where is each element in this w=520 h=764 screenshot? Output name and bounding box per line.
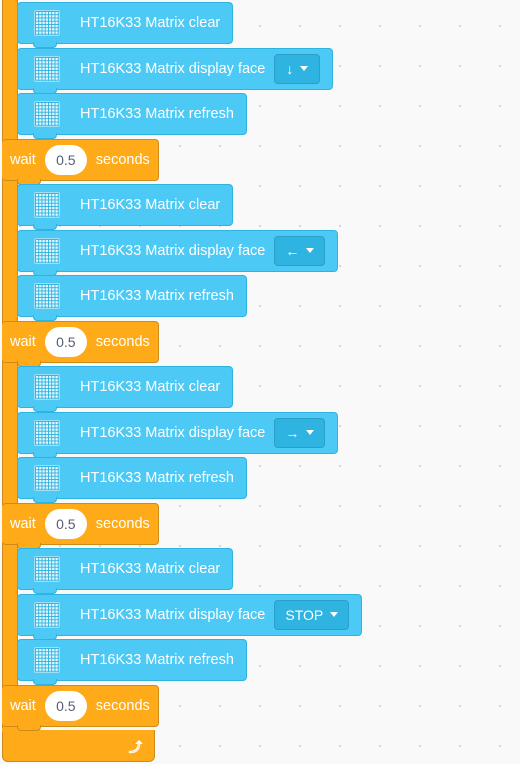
wait-block[interactable]: wait 0.5 seconds <box>2 320 159 367</box>
block-label: HT16K33 Matrix clear <box>80 379 221 395</box>
forever-loop-arm[interactable] <box>2 0 18 762</box>
face-dropdown-value: STOP <box>285 606 324 623</box>
block-label: HT16K33 Matrix refresh <box>80 470 234 486</box>
wait-label: wait <box>10 515 36 532</box>
wait-seconds-input[interactable]: 0.5 <box>44 690 87 721</box>
matrix-clear-block[interactable]: HT16K33 Matrix clear <box>17 2 234 48</box>
face-dropdown-value: ← <box>285 242 300 259</box>
block-label: HT16K33 Matrix clear <box>80 15 221 31</box>
block-label: HT16K33 Matrix refresh <box>80 288 234 304</box>
led-matrix-icon <box>34 101 60 127</box>
matrix-clear-block[interactable]: HT16K33 Matrix clear <box>17 366 234 412</box>
led-matrix-icon <box>34 374 60 400</box>
block-label: HT16K33 Matrix display face <box>80 242 266 259</box>
block-label: HT16K33 Matrix clear <box>80 561 221 577</box>
chevron-down-icon <box>306 430 315 435</box>
face-dropdown[interactable]: STOP <box>274 599 350 630</box>
block-label: HT16K33 Matrix refresh <box>80 106 234 122</box>
matrix-refresh-block[interactable]: HT16K33 Matrix refresh <box>17 639 247 685</box>
block-label: HT16K33 Matrix display face <box>80 424 266 441</box>
wait-block[interactable]: wait 0.5 seconds <box>2 138 159 185</box>
led-matrix-icon <box>34 55 60 82</box>
wait-block[interactable]: wait 0.5 seconds <box>2 502 159 549</box>
wait-label: wait <box>10 151 36 168</box>
seconds-label: seconds <box>95 333 150 350</box>
wait-seconds-input[interactable]: 0.5 <box>44 144 87 175</box>
wait-block[interactable]: wait 0.5 seconds <box>2 684 159 731</box>
block-label: HT16K33 Matrix refresh <box>80 652 234 668</box>
wait-label: wait <box>10 697 36 714</box>
script-stack: HT16K33 Matrix clear HT16K33 Matrix displ… <box>2 2 363 731</box>
matrix-clear-block[interactable]: HT16K33 Matrix clear <box>17 184 234 230</box>
chevron-down-icon <box>330 612 339 617</box>
matrix-refresh-block[interactable]: HT16K33 Matrix refresh <box>17 457 247 503</box>
led-matrix-icon <box>34 465 60 491</box>
wait-seconds-input[interactable]: 0.5 <box>44 508 87 539</box>
face-dropdown[interactable]: ← <box>274 235 326 266</box>
face-dropdown[interactable]: → <box>274 417 326 448</box>
loop-arrow-icon <box>128 740 143 754</box>
matrix-refresh-block[interactable]: HT16K33 Matrix refresh <box>17 93 247 139</box>
block-label: HT16K33 Matrix clear <box>80 197 221 213</box>
wait-label: wait <box>10 333 36 350</box>
led-matrix-icon <box>34 647 60 673</box>
display-face-block[interactable]: HT16K33 Matrix display face ↓ <box>17 47 334 94</box>
matrix-clear-block[interactable]: HT16K33 Matrix clear <box>17 548 234 594</box>
chevron-down-icon <box>300 66 309 71</box>
display-face-block[interactable]: HT16K33 Matrix display face → <box>17 411 339 458</box>
matrix-refresh-block[interactable]: HT16K33 Matrix refresh <box>17 275 247 321</box>
led-matrix-icon <box>34 601 60 628</box>
code-workspace[interactable]: HT16K33 Matrix clear HT16K33 Matrix displ… <box>0 0 520 764</box>
led-matrix-icon <box>34 192 60 218</box>
led-matrix-icon <box>34 10 60 36</box>
block-label: HT16K33 Matrix display face <box>80 606 266 623</box>
chevron-down-icon <box>306 248 315 253</box>
led-matrix-icon <box>34 419 60 446</box>
seconds-label: seconds <box>95 151 150 168</box>
wait-seconds-input[interactable]: 0.5 <box>44 326 87 357</box>
forever-loop-foot[interactable] <box>2 728 155 762</box>
display-face-block[interactable]: HT16K33 Matrix display face ← <box>17 229 339 276</box>
seconds-label: seconds <box>95 697 150 714</box>
display-face-block[interactable]: HT16K33 Matrix display face STOP <box>17 593 363 640</box>
led-matrix-icon <box>34 283 60 309</box>
face-dropdown-value: ↓ <box>286 60 294 77</box>
block-label: HT16K33 Matrix display face <box>80 60 266 77</box>
face-dropdown[interactable]: ↓ <box>274 53 321 84</box>
seconds-label: seconds <box>95 515 150 532</box>
led-matrix-icon <box>34 556 60 582</box>
led-matrix-icon <box>34 237 60 264</box>
face-dropdown-value: → <box>285 424 300 441</box>
